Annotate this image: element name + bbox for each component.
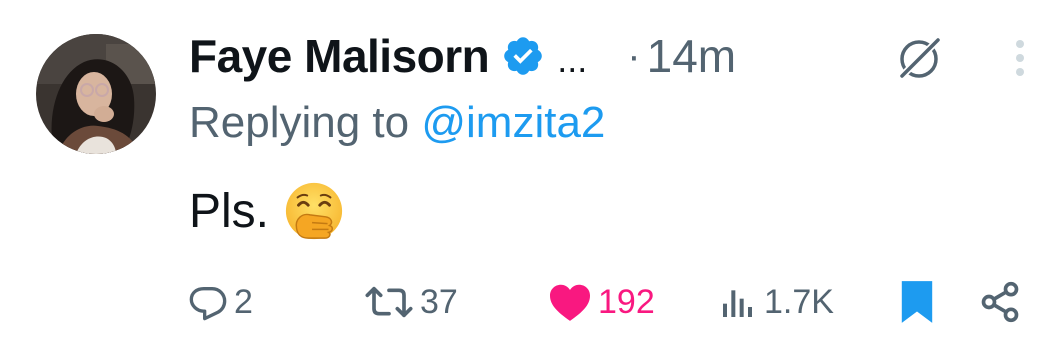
share-button[interactable] [978,274,1022,330]
timestamp[interactable]: 14m [647,29,736,83]
face-with-hand-over-mouth-emoji [283,180,345,242]
replying-handle-link[interactable]: @imzita2 [421,98,605,147]
replying-to: Replying to @imzita2 [189,98,605,148]
bookmark-button[interactable] [898,274,936,330]
author-name[interactable]: Faye Malisorn [189,29,490,83]
views-icon [718,282,758,322]
heart-icon [548,282,592,322]
name-truncation: ... [557,39,588,80]
tweet: Faye Malisorn ... · 14m Replying to @imz… [0,0,1038,346]
replying-prefix: Replying to [189,98,422,147]
verified-badge-icon[interactable] [501,34,545,78]
like-button[interactable]: 192 [548,274,655,330]
retweet-icon [364,282,414,322]
tweet-actions: 2 37 192 1.7K [0,274,1038,330]
reply-icon [188,282,228,322]
share-icon [978,280,1022,324]
more-icon[interactable] [1008,34,1032,82]
tweet-header: Faye Malisorn ... · 14m [189,26,736,86]
reply-button[interactable]: 2 [188,274,253,330]
views-button[interactable]: 1.7K [718,274,834,330]
retweet-count: 37 [420,282,458,321]
views-count: 1.7K [764,282,834,321]
tweet-text: Pls. [189,176,345,246]
avatar[interactable] [36,34,156,154]
retweet-button[interactable]: 37 [364,274,458,330]
like-count: 192 [598,282,655,321]
time-separator: · [627,33,641,78]
grok-icon[interactable] [896,36,942,82]
tweet-text-content: Pls. [189,184,270,238]
avatar-image [36,34,156,154]
bookmark-icon [898,279,936,325]
reply-count: 2 [234,282,253,321]
